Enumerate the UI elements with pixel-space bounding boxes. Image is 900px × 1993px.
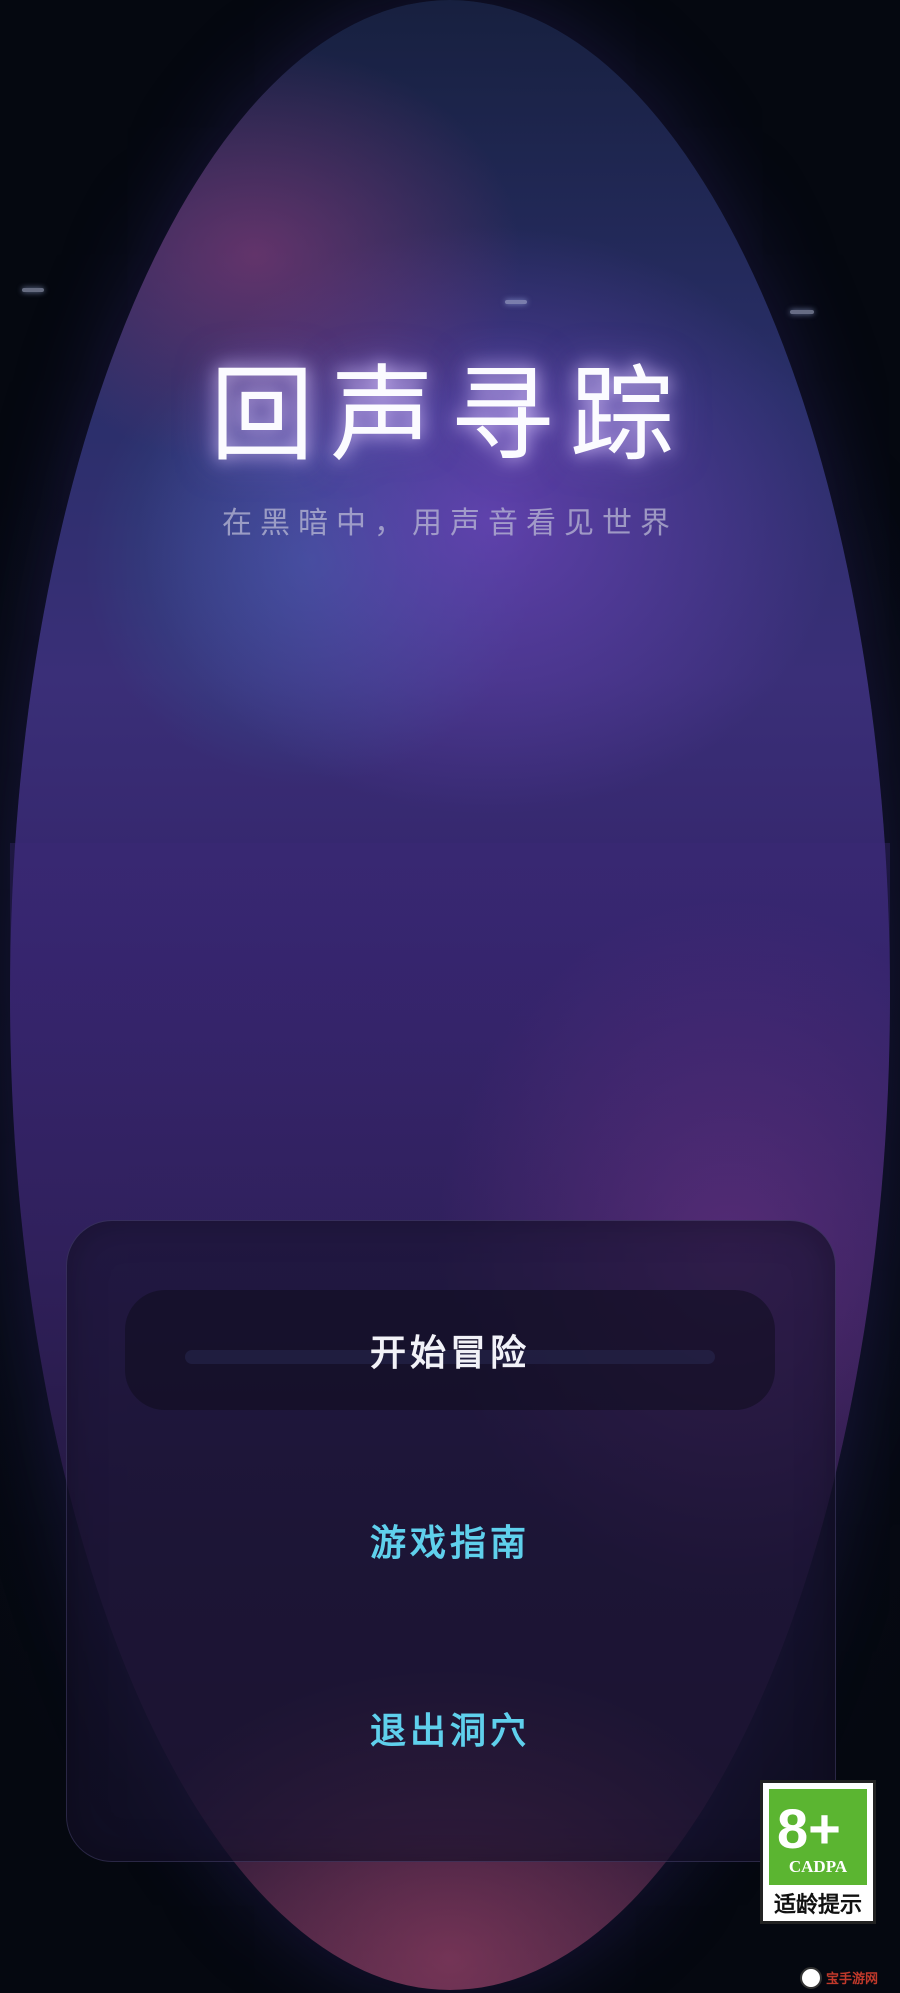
panda-logo-icon xyxy=(800,1966,822,1989)
start-adventure-button[interactable]: 开始冒险 xyxy=(125,1290,775,1410)
watermark-text: 宝手游网 xyxy=(826,1972,879,1987)
star-particle xyxy=(22,288,44,292)
game-guide-label: 游戏指南 xyxy=(369,1523,530,1564)
game-guide-button[interactable]: 游戏指南 xyxy=(125,1480,775,1600)
age-rating-number: 8+ xyxy=(777,1797,841,1860)
exit-cave-button[interactable]: 退出洞穴 xyxy=(125,1668,775,1788)
game-subtitle: 在黑暗中，用声音看见世界 xyxy=(222,506,678,541)
age-rating-green-box: 8+ CADPA xyxy=(769,1789,867,1885)
main-menu-screen: 回声寻踪 在黑暗中，用声音看见世界 开始冒险 游戏指南 退出洞穴 8+ CADP… xyxy=(0,0,900,1993)
exit-cave-label: 退出洞穴 xyxy=(369,1711,530,1752)
age-rating-tip: 适龄提示 xyxy=(773,1893,862,1918)
star-particle xyxy=(790,310,814,314)
start-adventure-label: 开始冒险 xyxy=(369,1333,530,1374)
age-rating-org: CADPA xyxy=(788,1857,848,1876)
game-title: 回声寻踪 xyxy=(209,354,690,476)
age-rating-badge[interactable]: 8+ CADPA 适龄提示 xyxy=(760,1780,876,1924)
star-particle xyxy=(505,300,527,304)
site-watermark: 宝手游网 xyxy=(800,1962,900,1993)
